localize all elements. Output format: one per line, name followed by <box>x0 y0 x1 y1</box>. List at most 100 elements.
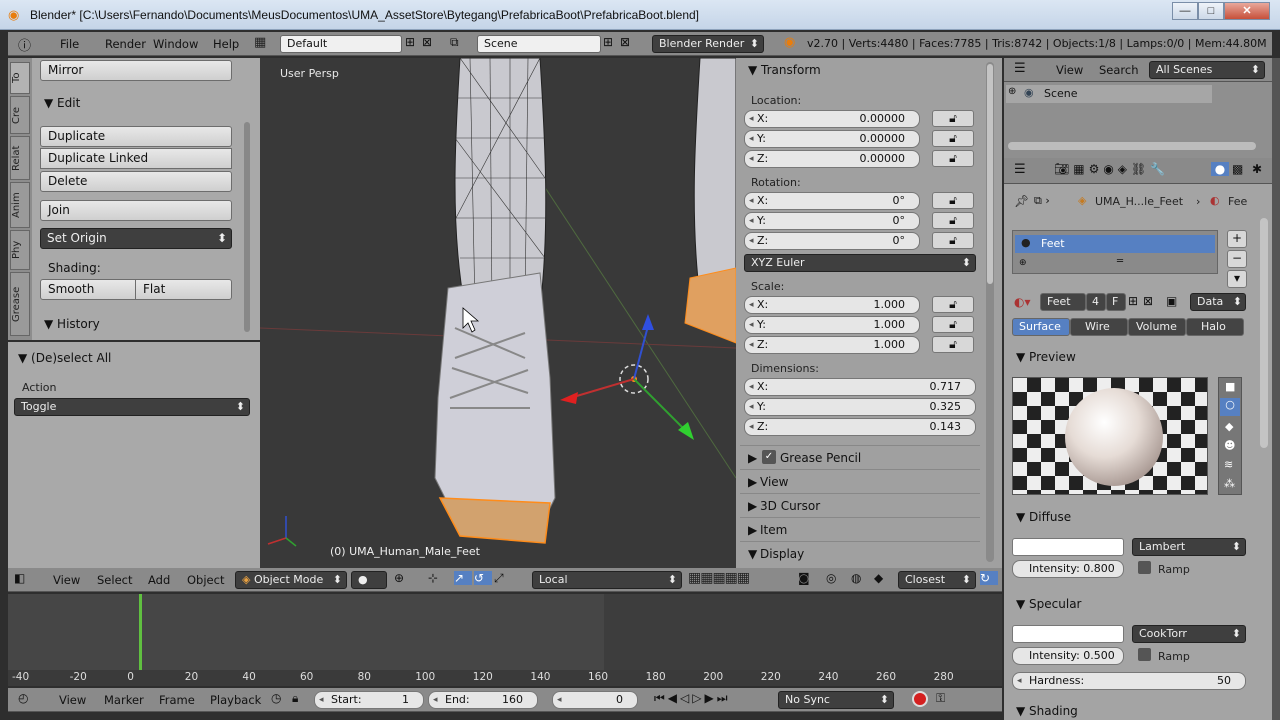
scale-z-field[interactable]: ◂ Z: 1.000 <box>744 336 920 354</box>
rotate-manipulator-icon[interactable]: ↺ <box>474 571 492 585</box>
playback-controls-icons[interactable]: ⏮◀◁▷▶⏭ <box>654 691 731 706</box>
duplicate-linked-button[interactable]: Duplicate Linked <box>40 148 232 169</box>
hardness-field[interactable]: ◂ Hardness: 50 <box>1012 672 1246 690</box>
pivot-point-icon[interactable]: ⊕ <box>394 571 404 585</box>
material-tab-icon[interactable]: ● <box>1211 162 1229 176</box>
end-frame-field[interactable]: ◂ End: 160 <box>428 691 538 709</box>
specular-intensity-field[interactable]: Intensity: 0.500 <box>1012 647 1124 665</box>
tab-physics[interactable]: Phy <box>10 230 30 270</box>
close-button[interactable]: ✕ <box>1224 2 1270 20</box>
preview-monkey-icon[interactable]: ☻ <box>1224 439 1235 452</box>
menu-object[interactable]: Object <box>187 573 224 587</box>
frame-ruler[interactable]: -40 -20 0 20 40 60 80 100 120 140 160 180 200 220 240 2… <box>8 670 1002 686</box>
new-material-icon[interactable]: ⊞ <box>1128 294 1138 308</box>
proportional-edit-icon[interactable]: ◍ <box>851 571 861 585</box>
remove-scene-icon[interactable]: ⊠ <box>620 35 630 49</box>
set-origin-dropdown[interactable]: Set Origin ⬍ <box>40 228 232 249</box>
lock-scale-z-icon[interactable]: 🔓︎ <box>932 336 974 353</box>
preview-range-icon[interactable]: ◷ <box>271 691 281 705</box>
snap-target-dropdown[interactable]: Closest ⬍ <box>898 571 976 589</box>
outliner-display-dropdown[interactable]: All Scenes ⬍ <box>1149 61 1265 79</box>
diffuse-ramp-checkbox[interactable] <box>1138 561 1151 574</box>
tab-surface[interactable]: Surface <box>1012 318 1070 336</box>
pin-icon[interactable]: 📌︎ <box>1014 194 1029 208</box>
grease-pencil-checkbox[interactable]: ✓ <box>762 450 776 464</box>
expand-icon[interactable]: ⊕ <box>1008 86 1016 97</box>
maximize-button[interactable]: □ <box>1198 2 1224 20</box>
preview-flat-icon[interactable]: ■ <box>1225 380 1235 393</box>
y-axis-manipulator[interactable] <box>633 378 686 431</box>
record-icon[interactable] <box>912 691 928 707</box>
material-browse-icon[interactable]: ◐▾ <box>1014 295 1031 309</box>
lock-rotation-z-icon[interactable]: 🔓︎ <box>932 232 974 249</box>
sync-mode-dropdown[interactable]: No Sync ⬍ <box>778 691 894 709</box>
layers-grid-icon[interactable]: ▦▦▦▦▦ <box>688 570 750 586</box>
preview-panel-header[interactable]: ▼ Preview <box>1016 350 1076 364</box>
diffuse-color-swatch[interactable] <box>1012 538 1124 556</box>
menu-add[interactable]: Add <box>148 573 170 587</box>
translate-manipulator-icon[interactable]: ↗ <box>454 571 472 585</box>
specular-color-swatch[interactable] <box>1012 625 1124 643</box>
start-frame-field[interactable]: ◂ Start: 1 <box>314 691 424 709</box>
menu-window[interactable]: Window <box>153 37 198 51</box>
preview-sky-icon[interactable]: ⁂ <box>1224 477 1235 490</box>
properties-scrollbar[interactable] <box>986 62 994 562</box>
texture-tab-icon[interactable]: ▩ <box>1232 162 1243 176</box>
specular-ramp-checkbox[interactable] <box>1138 648 1151 661</box>
rotation-mode-dropdown[interactable]: XYZ Euler ⬍ <box>744 254 976 272</box>
menu-help[interactable]: Help <box>213 37 239 51</box>
location-y-field[interactable]: ◂ Y: 0.00000 <box>744 130 920 148</box>
node-toggle-icon[interactable]: ▣ <box>1166 294 1177 308</box>
diffuse-intensity-field[interactable]: Intensity: 0.800 <box>1012 560 1124 578</box>
item-section[interactable]: ▶ Item <box>740 517 980 539</box>
outliner-row-scene[interactable]: ⊕ ◉ Scene <box>1006 85 1212 103</box>
snap-icon[interactable]: ◆ <box>874 571 883 585</box>
material-slot-list[interactable]: ● Feet ⊕ ═ <box>1012 230 1218 274</box>
timeline-menu-marker[interactable]: Marker <box>104 693 144 707</box>
editor-type-icon[interactable]: ⓘ <box>18 35 31 54</box>
duplicate-button[interactable]: Duplicate <box>40 126 232 147</box>
diffuse-panel-header[interactable]: ▼ Diffuse <box>1016 510 1071 524</box>
viewport-shading-dropdown[interactable]: ● <box>351 571 387 589</box>
rotation-y-field[interactable]: ◂ Y: 0° <box>744 212 920 230</box>
grease-pencil-section[interactable]: ▶ ✓ Grease Pencil <box>740 445 980 467</box>
dimensions-z-field[interactable]: ◂ Z: 0.143 <box>744 418 976 436</box>
tool-shelf-scrollbar[interactable] <box>244 122 250 332</box>
snap-align-icon[interactable]: ↻ <box>980 571 998 585</box>
history-panel-header[interactable]: ▼ History <box>44 317 100 331</box>
editor-type-icon[interactable]: ◴ <box>18 691 28 705</box>
x-axis-manipulator[interactable] <box>569 378 635 399</box>
delete-button[interactable]: Delete <box>40 171 232 192</box>
lock-rotation-x-icon[interactable]: 🔓︎ <box>932 192 974 209</box>
scrollbar-thumb[interactable] <box>987 64 993 284</box>
mirror-button[interactable]: Mirror <box>40 60 232 81</box>
fake-user-button[interactable]: F <box>1106 293 1126 311</box>
remove-slot-icon[interactable]: − <box>1227 250 1247 268</box>
transform-orientation-dropdown[interactable]: Local ⬍ <box>532 571 682 589</box>
timeline-menu-playback[interactable]: Playback <box>210 693 261 707</box>
particles-tab-icon[interactable]: ✱ <box>1252 162 1262 176</box>
tab-volume[interactable]: Volume <box>1128 318 1186 336</box>
material-name-field[interactable]: Feet <box>1040 293 1086 311</box>
tab-halo[interactable]: Halo <box>1186 318 1244 336</box>
tab-create[interactable]: Cre <box>10 96 30 134</box>
list-resize-handle[interactable]: ═ <box>1117 256 1123 267</box>
layout-grid-icon[interactable]: ▦ <box>254 35 266 50</box>
editor-type-icon[interactable]: ☰ <box>1014 61 1026 76</box>
lock-scale-x-icon[interactable]: 🔓︎ <box>932 296 974 313</box>
slot-add-icon[interactable]: ⊕ <box>1019 258 1027 268</box>
context-tabs-icons[interactable]: 📷︎▦⚙◉◈⛓🔧 <box>1054 162 1169 176</box>
editor-type-icon[interactable]: ◧ <box>14 571 25 585</box>
specular-shader-dropdown[interactable]: CookTorr ⬍ <box>1132 625 1246 643</box>
join-button[interactable]: Join <box>40 200 232 221</box>
preview-cube-icon[interactable]: ◆ <box>1225 420 1233 433</box>
unlink-material-icon[interactable]: ⊠ <box>1143 294 1153 308</box>
lock-scale-y-icon[interactable]: 🔓︎ <box>932 316 974 333</box>
keying-set-icon[interactable]: ⚿ <box>936 691 945 706</box>
display-section[interactable]: ▼ Display <box>740 541 980 563</box>
manipulator-toggle-icon[interactable]: ⊹ <box>428 571 438 585</box>
scene-field[interactable]: Scene <box>477 35 601 53</box>
timeline-menu-frame[interactable]: Frame <box>159 693 195 707</box>
menu-view[interactable]: View <box>53 573 80 587</box>
scene-icon[interactable]: ⧉ <box>450 35 459 50</box>
